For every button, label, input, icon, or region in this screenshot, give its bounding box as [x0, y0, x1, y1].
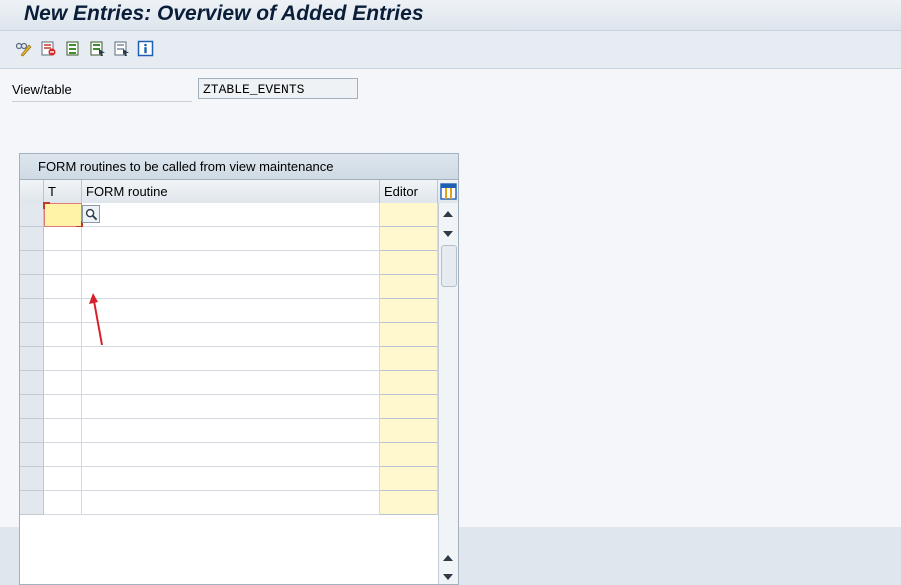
cell-t[interactable]	[44, 443, 82, 467]
table-header: T FORM routine Editor	[20, 180, 458, 204]
row-selector[interactable]	[20, 419, 44, 443]
page-title: New Entries: Overview of Added Entries	[24, 2, 424, 25]
cell-editor[interactable]	[380, 203, 438, 227]
deselect-all-icon[interactable]	[112, 39, 131, 58]
cell-form-routine[interactable]	[82, 419, 380, 443]
cell-form-routine[interactable]	[82, 395, 380, 419]
column-header-editor[interactable]: Editor	[380, 180, 438, 203]
cell-t[interactable]	[44, 251, 82, 275]
table-row	[20, 275, 458, 299]
row-selector[interactable]	[20, 467, 44, 491]
table-row	[20, 443, 458, 467]
cell-editor[interactable]	[380, 467, 438, 491]
view-table-field: ZTABLE_EVENTS	[198, 78, 358, 99]
application-toolbar	[0, 31, 901, 69]
magnifier-icon	[85, 208, 97, 220]
scroll-down-icon[interactable]	[443, 231, 453, 237]
cell-t[interactable]	[44, 467, 82, 491]
cell-t[interactable]	[44, 275, 82, 299]
cell-editor[interactable]	[380, 443, 438, 467]
cell-t[interactable]	[44, 395, 82, 419]
row-selector[interactable]	[20, 371, 44, 395]
row-selector[interactable]	[20, 251, 44, 275]
table-row	[20, 395, 458, 419]
cell-t[interactable]	[44, 491, 82, 515]
column-header-form-routine[interactable]: FORM routine	[82, 180, 380, 203]
selection-column-header[interactable]	[20, 180, 44, 203]
cell-t[interactable]	[44, 227, 82, 251]
cell-form-routine[interactable]	[82, 251, 380, 275]
scrollbar-thumb[interactable]	[441, 245, 457, 287]
table-row	[20, 419, 458, 443]
row-selector[interactable]	[20, 443, 44, 467]
cell-form-routine[interactable]	[82, 347, 380, 371]
row-selector[interactable]	[20, 227, 44, 251]
select-block-icon[interactable]	[88, 39, 107, 58]
table-row	[20, 202, 458, 228]
cell-form-routine[interactable]	[82, 467, 380, 491]
cell-form-routine[interactable]	[82, 299, 380, 323]
info-icon[interactable]	[136, 39, 155, 58]
row-selector[interactable]	[20, 323, 44, 347]
table-row	[20, 299, 458, 323]
table-title: FORM routines to be called from view mai…	[20, 154, 458, 180]
annotation-arrow	[89, 293, 103, 346]
view-table-label: View/table	[12, 82, 72, 97]
display-change-icon[interactable]	[14, 39, 33, 58]
content-area: View/table ZTABLE_EVENTS FORM routines t…	[0, 69, 901, 585]
cell-form-routine[interactable]	[82, 323, 380, 347]
cell-editor[interactable]	[380, 227, 438, 251]
cell-editor[interactable]	[380, 419, 438, 443]
cell-form-routine[interactable]	[82, 203, 380, 227]
table-row	[20, 467, 458, 491]
form-routines-table: FORM routines to be called from view mai…	[19, 153, 459, 585]
cell-t[interactable]	[44, 347, 82, 371]
row-selector[interactable]	[20, 203, 44, 227]
table-row	[20, 251, 458, 275]
table-row	[20, 227, 458, 251]
cell-form-routine[interactable]	[82, 227, 380, 251]
cell-editor[interactable]	[380, 371, 438, 395]
column-header-t[interactable]: T	[44, 180, 82, 203]
delete-row-icon[interactable]	[39, 39, 58, 58]
cell-t[interactable]	[44, 419, 82, 443]
value-help-button[interactable]	[82, 205, 100, 223]
cell-form-routine[interactable]	[82, 275, 380, 299]
cell-editor[interactable]	[380, 395, 438, 419]
cell-editor[interactable]	[380, 251, 438, 275]
cell-editor[interactable]	[380, 275, 438, 299]
cell-editor[interactable]	[380, 323, 438, 347]
cell-t[interactable]	[44, 299, 82, 323]
cell-t[interactable]	[44, 323, 82, 347]
table-settings-icon[interactable]	[440, 183, 457, 200]
table-row	[20, 371, 458, 395]
cell-t[interactable]	[44, 371, 82, 395]
scroll-page-up-icon[interactable]	[443, 555, 453, 561]
table-row	[20, 323, 458, 347]
row-selector[interactable]	[20, 491, 44, 515]
row-selector[interactable]	[20, 275, 44, 299]
cell-form-routine[interactable]	[82, 443, 380, 467]
cell-form-routine[interactable]	[82, 371, 380, 395]
row-selector[interactable]	[20, 299, 44, 323]
scroll-up-icon[interactable]	[443, 211, 453, 217]
scroll-page-down-icon[interactable]	[443, 574, 453, 580]
row-selector[interactable]	[20, 347, 44, 371]
title-bar: New Entries: Overview of Added Entries	[0, 0, 901, 31]
select-all-icon[interactable]	[64, 39, 83, 58]
cell-form-routine[interactable]	[82, 491, 380, 515]
cell-editor[interactable]	[380, 347, 438, 371]
table-row	[20, 491, 458, 515]
label-underline	[12, 101, 192, 102]
table-row	[20, 347, 458, 371]
cell-editor[interactable]	[380, 299, 438, 323]
row-selector[interactable]	[20, 395, 44, 419]
focused-t-input[interactable]	[43, 202, 83, 228]
cell-editor[interactable]	[380, 491, 438, 515]
